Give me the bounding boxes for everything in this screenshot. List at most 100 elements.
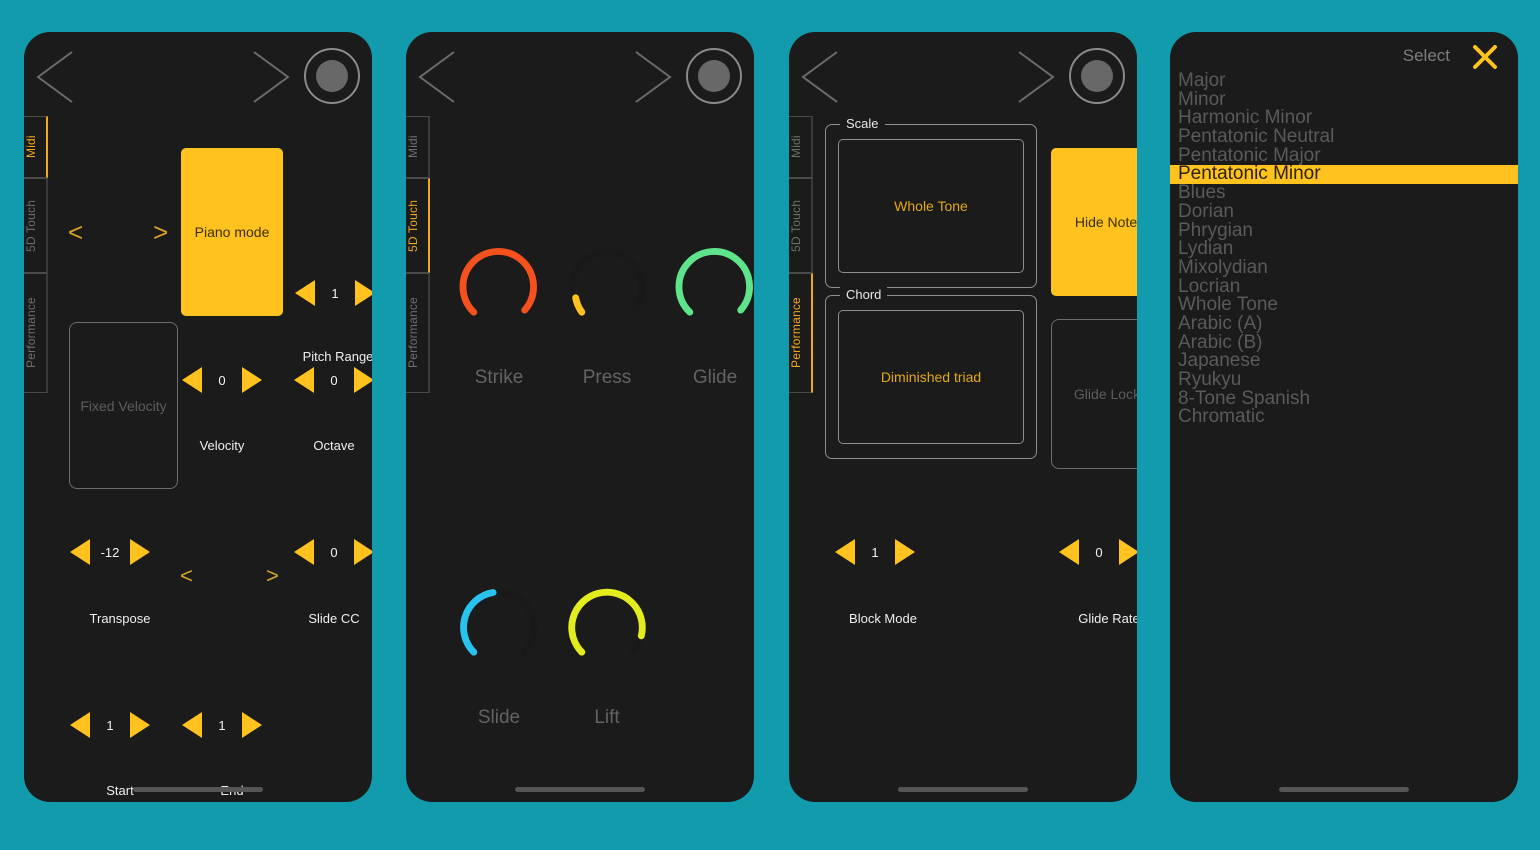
piano-mode-button[interactable]: Piano mode bbox=[181, 148, 283, 316]
tab-performance[interactable]: Performance bbox=[789, 273, 813, 393]
glide-rate-decrement[interactable] bbox=[1059, 539, 1079, 565]
knob-lift-label: Lift bbox=[594, 707, 620, 728]
start-stepper[interactable]: 1 bbox=[70, 712, 150, 738]
knob-strike[interactable] bbox=[450, 238, 548, 336]
navbar bbox=[406, 32, 754, 116]
scale-option[interactable]: Pentatonic Neutral bbox=[1170, 127, 1518, 147]
tab-performance[interactable]: Performance bbox=[24, 273, 48, 393]
nav-back-chevron-icon[interactable] bbox=[414, 48, 458, 106]
master-knob[interactable] bbox=[1069, 48, 1125, 104]
mode-next-chevron-icon[interactable]: > bbox=[153, 219, 168, 245]
end-increment[interactable] bbox=[242, 712, 262, 738]
mode-prev-chevron-icon[interactable]: < bbox=[68, 219, 83, 245]
master-knob-center-icon bbox=[698, 60, 730, 92]
master-knob-center-icon bbox=[1081, 60, 1113, 92]
block-mode-decrement[interactable] bbox=[835, 539, 855, 565]
block-mode-stepper[interactable]: 1 bbox=[835, 539, 915, 565]
scale-value-button[interactable]: Whole Tone bbox=[838, 139, 1024, 273]
block-mode-label: Block Mode bbox=[849, 611, 917, 626]
master-knob[interactable] bbox=[686, 48, 742, 104]
transpose-decrement[interactable] bbox=[70, 539, 90, 565]
slide-cc-value: 0 bbox=[330, 544, 338, 560]
knob-lift[interactable] bbox=[558, 578, 656, 676]
octave-label: Octave bbox=[313, 438, 355, 453]
slide-cc-stepper[interactable]: 0 bbox=[294, 539, 372, 565]
scale-option[interactable]: Arabic (A) bbox=[1170, 314, 1518, 334]
tab-label: Performance bbox=[24, 297, 38, 369]
scale-option[interactable]: Dorian bbox=[1170, 202, 1518, 222]
transpose-prev-chevron-icon[interactable]: < bbox=[180, 565, 193, 587]
end-stepper[interactable]: 1 bbox=[182, 712, 262, 738]
pitch-range-stepper[interactable]: 1 bbox=[295, 280, 372, 306]
pitch-range-label: Pitch Range bbox=[302, 349, 372, 364]
scale-option[interactable]: Chromatic bbox=[1170, 408, 1518, 427]
tab-5d-touch[interactable]: 5D Touch bbox=[406, 178, 430, 273]
knob-strike-label: Strike bbox=[474, 367, 524, 388]
tab-midi[interactable]: Midi bbox=[406, 116, 430, 178]
home-indicator bbox=[133, 787, 263, 792]
tab-strip-5d: Midi 5D Touch Performance bbox=[406, 116, 430, 416]
octave-decrement[interactable] bbox=[294, 367, 314, 393]
tab-5d-touch[interactable]: 5D Touch bbox=[789, 178, 813, 273]
transpose-increment[interactable] bbox=[130, 539, 150, 565]
glide-rate-stepper[interactable]: 0 bbox=[1059, 539, 1137, 565]
octave-increment[interactable] bbox=[354, 367, 372, 393]
end-decrement[interactable] bbox=[182, 712, 202, 738]
block-mode-increment[interactable] bbox=[895, 539, 915, 565]
tab-label: Midi bbox=[789, 135, 803, 159]
tab-midi[interactable]: Midi bbox=[789, 116, 813, 178]
nav-forward-chevron-icon[interactable] bbox=[250, 48, 294, 106]
nav-back-chevron-icon[interactable] bbox=[32, 48, 76, 106]
block-mode-value: 1 bbox=[871, 544, 879, 560]
nav-forward-chevron-icon[interactable] bbox=[632, 48, 676, 106]
nav-back-chevron-icon[interactable] bbox=[797, 48, 841, 106]
tab-performance[interactable]: Performance bbox=[406, 273, 430, 393]
slide-cc-decrement[interactable] bbox=[294, 539, 314, 565]
panel-5d-content: Strike Press Glide Slide Lift bbox=[430, 116, 754, 802]
panel-5d-touch: Midi 5D Touch Performance Strike Press G… bbox=[406, 32, 754, 802]
glide-rate-label: Glide Rate bbox=[1078, 611, 1137, 626]
glide-rate-increment[interactable] bbox=[1119, 539, 1137, 565]
scale-option[interactable]: Blues bbox=[1170, 183, 1518, 203]
slide-cc-increment[interactable] bbox=[354, 539, 372, 565]
scale-option[interactable]: Ryukyu bbox=[1170, 370, 1518, 390]
scale-option[interactable]: Mixolydian bbox=[1170, 258, 1518, 278]
velocity-label: Velocity bbox=[199, 438, 245, 453]
home-indicator bbox=[1279, 787, 1409, 792]
tab-strip-performance: Midi 5D Touch Performance bbox=[789, 116, 813, 416]
start-decrement[interactable] bbox=[70, 712, 90, 738]
panel-midi: Midi 5D Touch Performance < > Piano mode… bbox=[24, 32, 372, 802]
master-knob[interactable] bbox=[304, 48, 360, 104]
knob-press[interactable] bbox=[558, 238, 656, 336]
knob-slide-label: Slide bbox=[477, 707, 521, 728]
glide-lock-button[interactable]: Glide Lock bbox=[1051, 319, 1137, 469]
tab-label: Midi bbox=[406, 135, 420, 159]
knob-slide[interactable] bbox=[450, 578, 548, 676]
octave-stepper[interactable]: 0 bbox=[294, 367, 372, 393]
transpose-value: -12 bbox=[100, 544, 120, 560]
tab-label: Midi bbox=[24, 135, 38, 159]
close-icon[interactable] bbox=[1470, 42, 1500, 72]
start-increment[interactable] bbox=[130, 712, 150, 738]
velocity-stepper[interactable]: 0 bbox=[182, 367, 262, 393]
tab-5d-touch[interactable]: 5D Touch bbox=[24, 178, 48, 273]
pitch-range-value: 1 bbox=[331, 285, 339, 301]
transpose-stepper[interactable]: -12 bbox=[70, 539, 150, 565]
nav-forward-chevron-icon[interactable] bbox=[1015, 48, 1059, 106]
pitch-range-increment[interactable] bbox=[355, 280, 372, 306]
screenshot-root: Midi 5D Touch Performance < > Piano mode… bbox=[0, 0, 1540, 850]
velocity-decrement[interactable] bbox=[182, 367, 202, 393]
fixed-velocity-button[interactable]: Fixed Velocity bbox=[69, 322, 178, 489]
start-value: 1 bbox=[106, 717, 114, 733]
tab-midi[interactable]: Midi bbox=[24, 116, 48, 178]
hide-note-button[interactable]: Hide Note bbox=[1051, 148, 1137, 296]
scale-option[interactable]: Major bbox=[1170, 71, 1518, 91]
chord-value-button[interactable]: Diminished triad bbox=[838, 310, 1024, 444]
panel-performance: Midi 5D Touch Performance Scale Whole To… bbox=[789, 32, 1137, 802]
knob-glide[interactable] bbox=[666, 238, 754, 336]
slide-cc-next-chevron-icon[interactable]: > bbox=[266, 565, 279, 587]
tab-label: 5D Touch bbox=[406, 199, 420, 252]
scale-option-list[interactable]: Major Minor Harmonic Minor Pentatonic Neutr… bbox=[1170, 71, 1518, 772]
pitch-range-decrement[interactable] bbox=[295, 280, 315, 306]
velocity-increment[interactable] bbox=[242, 367, 262, 393]
